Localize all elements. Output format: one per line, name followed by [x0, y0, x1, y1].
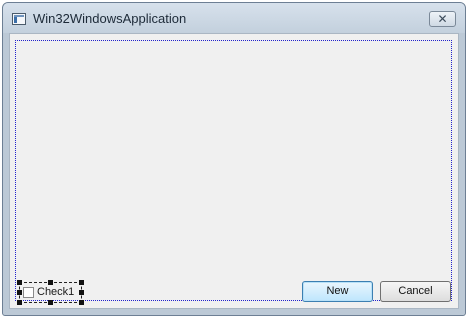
application-window: Win32WindowsApplication ✕ Check1 New Can… [2, 2, 466, 316]
check1-label[interactable]: Check1 [37, 286, 74, 298]
title-bar[interactable]: Win32WindowsApplication ✕ [3, 3, 465, 33]
resize-handle-middle-left[interactable] [17, 290, 22, 295]
window-title: Win32WindowsApplication [33, 11, 187, 26]
check1-checkbox[interactable] [23, 287, 34, 298]
close-button[interactable]: ✕ [429, 11, 456, 27]
resize-handle-top-right[interactable] [79, 280, 84, 285]
resize-handle-middle-right[interactable] [79, 290, 84, 295]
resize-handle-bottom-left[interactable] [17, 300, 22, 305]
resize-handle-bottom-right[interactable] [79, 300, 84, 305]
resize-handle-top-center[interactable] [48, 280, 53, 285]
application-window-icon[interactable] [12, 13, 26, 25]
resize-handle-bottom-center[interactable] [48, 300, 53, 305]
cancel-button[interactable]: Cancel [380, 281, 451, 302]
layout-guide-rectangle [15, 40, 452, 301]
dialog-client-area: Check1 New Cancel [9, 33, 459, 309]
new-button[interactable]: New [302, 281, 373, 302]
resize-handle-top-left[interactable] [17, 280, 22, 285]
close-icon: ✕ [437, 12, 448, 26]
